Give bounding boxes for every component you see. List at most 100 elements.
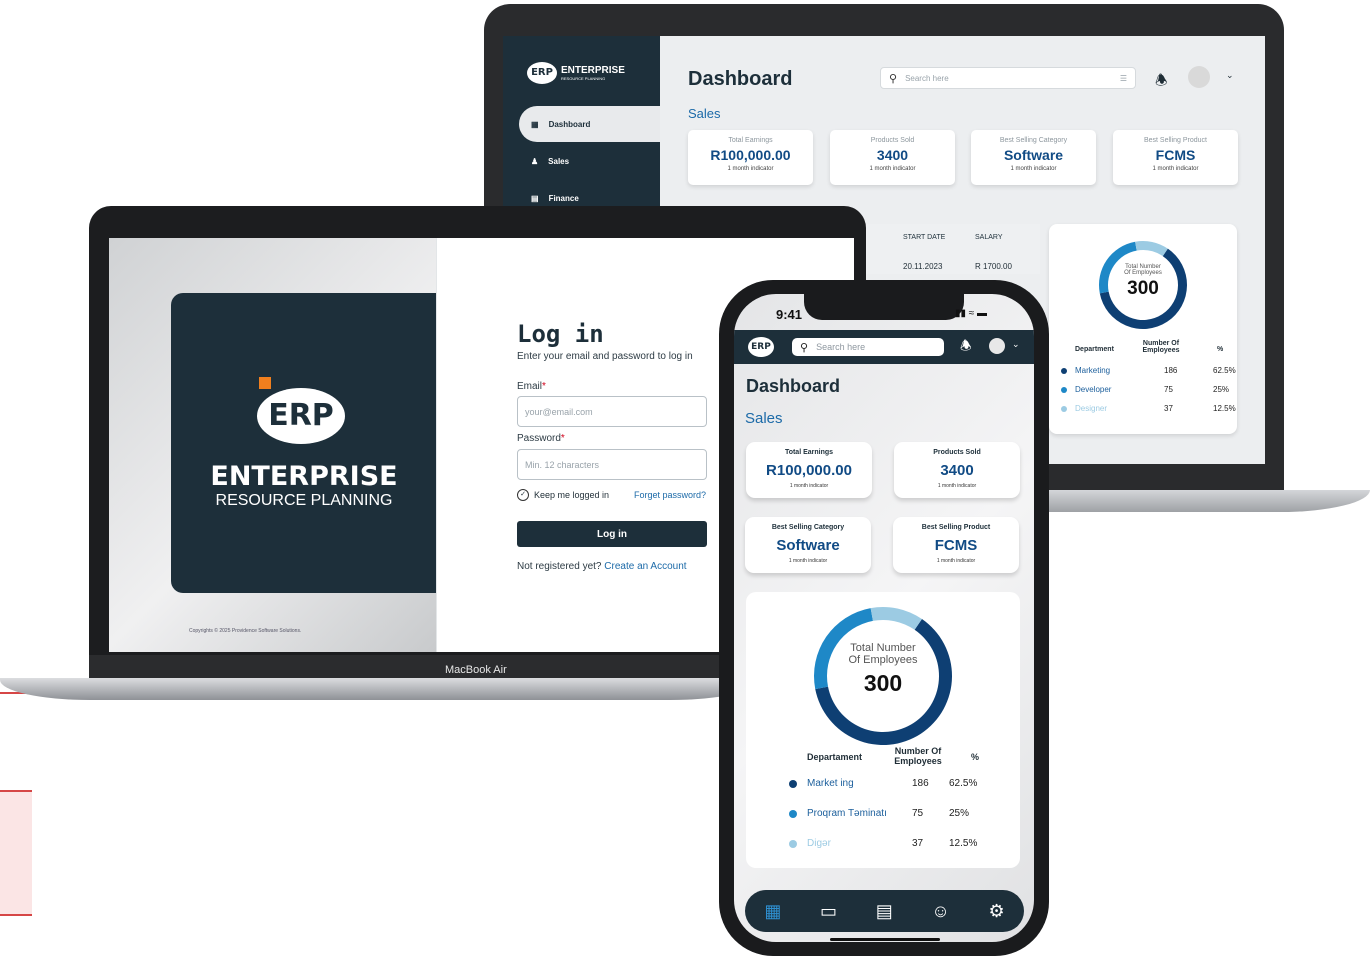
sidebar-item-sales[interactable]: ♟ Sales xyxy=(519,143,660,179)
donut-label: Of Employees xyxy=(1124,270,1162,276)
bell-icon[interactable]: 🕭 xyxy=(960,337,972,359)
table-header: Number Of Employees xyxy=(894,746,942,766)
employee-percent: 25% xyxy=(1213,385,1230,394)
employee-count: 75 xyxy=(912,808,924,819)
brand-main: ENTERPRISE xyxy=(210,461,398,492)
password-label: Password* xyxy=(517,433,565,444)
page-title: Dashboard xyxy=(688,68,793,90)
password-placeholder: Min. 12 characters xyxy=(525,459,600,470)
department-name: Market ing xyxy=(807,778,854,789)
card-title: Best Selling Product xyxy=(1143,137,1208,144)
keep-logged-checkbox[interactable]: ✓ Keep me logged in xyxy=(517,489,609,501)
card-value: 3400 xyxy=(940,462,974,479)
monitor-icon[interactable]: ▭ xyxy=(820,901,837,922)
email-field[interactable]: your@email.com xyxy=(517,396,707,427)
settings-icon[interactable]: ⚙ xyxy=(988,901,1004,922)
login-brand-panel: ERP ENTERPRISE RESOURCE PLANNING Copyrig… xyxy=(109,238,437,652)
stat-card-category[interactable]: Best Selling Category Software 1 month i… xyxy=(745,517,871,573)
donut-slice-dig-r xyxy=(870,607,922,630)
card-value: R100,000.00 xyxy=(766,462,852,479)
search-input[interactable]: ⚲ Search here ☰ xyxy=(880,67,1136,89)
search-icon: ⚲ xyxy=(800,341,809,354)
stat-card-products[interactable]: Products Sold 3400 1 month indicator xyxy=(830,130,955,185)
stat-card-earnings[interactable]: Total Earnings R100,000.00 1 month indic… xyxy=(746,442,872,498)
stat-card-product[interactable]: Best Selling Product FCMS 1 month indica… xyxy=(1113,130,1238,185)
card-title: Best Selling Category xyxy=(771,524,845,531)
email-placeholder: your@email.com xyxy=(525,406,593,417)
table-header: % xyxy=(971,752,980,762)
employee-count: 186 xyxy=(912,778,929,789)
login-subtitle: Enter your email and password to log in xyxy=(517,351,693,362)
card-value: Software xyxy=(776,537,840,554)
section-title: Sales xyxy=(688,106,721,121)
home-indicator[interactable] xyxy=(830,938,940,941)
employees-donut-card: Total Number Of Employees 300 Departamen… xyxy=(746,592,1020,868)
sidebar-item-dashboard[interactable]: ▦ Dashboard xyxy=(519,106,660,142)
stat-card-category[interactable]: Best Selling Category Software 1 month i… xyxy=(971,130,1096,185)
card-value: 3400 xyxy=(876,147,909,163)
section-title: Sales xyxy=(745,410,783,427)
brand-sub: RESOURCE PLANNING xyxy=(561,76,606,81)
donut-label: Of Employees xyxy=(848,654,918,666)
bell-icon[interactable]: 🕭 xyxy=(1155,70,1168,94)
department-name: Marketing xyxy=(1075,366,1111,375)
users-icon: ♟ xyxy=(531,156,539,166)
department-name: Designer xyxy=(1075,404,1108,413)
card-title: Best Selling Product xyxy=(921,524,991,531)
employee-count: 75 xyxy=(1164,385,1173,394)
chart-icon[interactable]: ▤ xyxy=(876,901,893,922)
department-name: Developer xyxy=(1075,385,1112,394)
chevron-down-icon[interactable]: ⌄ xyxy=(1012,339,1020,350)
user-icon[interactable]: ☺ xyxy=(931,901,949,922)
stat-card-products[interactable]: Products Sold 3400 1 month indicator xyxy=(894,442,1020,498)
create-account-link[interactable]: Create an Account xyxy=(604,561,686,572)
donut-value: 300 xyxy=(863,670,903,696)
stat-card-earnings[interactable]: Total Earnings R100,000.00 1 month indic… xyxy=(688,130,813,185)
orange-square-icon xyxy=(259,377,271,389)
table-header: Department xyxy=(1075,346,1114,353)
document-icon: ▤ xyxy=(531,193,539,203)
signal-wifi-battery-icon: ▮▮ ≈ ▬ xyxy=(955,308,988,319)
brand-main: ENTERPRISE xyxy=(561,65,625,76)
avatar[interactable] xyxy=(989,338,1005,354)
copyright: Copyrights © 2025 Providence Software So… xyxy=(189,628,302,634)
password-field[interactable]: Min. 12 characters xyxy=(517,449,707,480)
status-time: 9:41 xyxy=(776,307,803,322)
phone-screen: ERP ⚲ Search here 🕭 ⌄ Dashboard Sales To… xyxy=(734,294,1034,942)
card-title: Total Earnings xyxy=(784,449,834,456)
card-value: FCMS xyxy=(934,537,978,554)
avatar[interactable] xyxy=(1188,66,1210,88)
device-label: MacBook Air xyxy=(445,664,507,676)
login-button[interactable]: Log in xyxy=(517,521,707,547)
employee-percent: 25% xyxy=(949,808,970,819)
employee-percent: 12.5% xyxy=(1213,404,1236,413)
donut-slice-designer xyxy=(1135,241,1168,257)
card-title: Best Selling Category xyxy=(999,137,1068,144)
donut-value: 300 xyxy=(1127,278,1159,299)
erp-logo-icon: ERP xyxy=(257,388,345,444)
card-sub: 1 month indicator xyxy=(1010,166,1057,172)
donut-label: Total Number xyxy=(850,642,916,654)
forgot-password-link[interactable]: Forget password? xyxy=(634,490,706,500)
card-sub: 1 month indicator xyxy=(788,558,828,564)
card-value: FCMS xyxy=(1155,147,1196,163)
legend-dot xyxy=(789,810,797,818)
card-sub: 1 month indicator xyxy=(727,166,774,172)
divider xyxy=(436,238,437,652)
chevron-down-icon[interactable]: ⌄ xyxy=(1226,70,1234,81)
filter-icon[interactable]: ☰ xyxy=(1120,74,1127,83)
login-title: Log in xyxy=(517,320,604,348)
register-prompt: Not registered yet? Create an Account xyxy=(517,561,687,572)
grid-icon[interactable]: ▦ xyxy=(764,901,781,922)
bottom-tab-bar: ▦ ▭ ▤ ☺ ⚙ xyxy=(745,890,1024,932)
erp-logo-icon: ERP xyxy=(748,337,774,357)
search-input[interactable]: ⚲ Search here xyxy=(792,338,944,356)
employee-percent: 62.5% xyxy=(1213,366,1236,375)
table-header: SALARY xyxy=(975,234,1003,241)
stat-card-product[interactable]: Best Selling Product FCMS 1 month indica… xyxy=(893,517,1019,573)
card-title: Total Earnings xyxy=(728,137,773,144)
legend-dot xyxy=(1061,368,1067,374)
legend-dot xyxy=(1061,406,1067,412)
sidebar-item-label: Dashboard xyxy=(548,119,591,129)
card-title: Products Sold xyxy=(870,137,915,144)
